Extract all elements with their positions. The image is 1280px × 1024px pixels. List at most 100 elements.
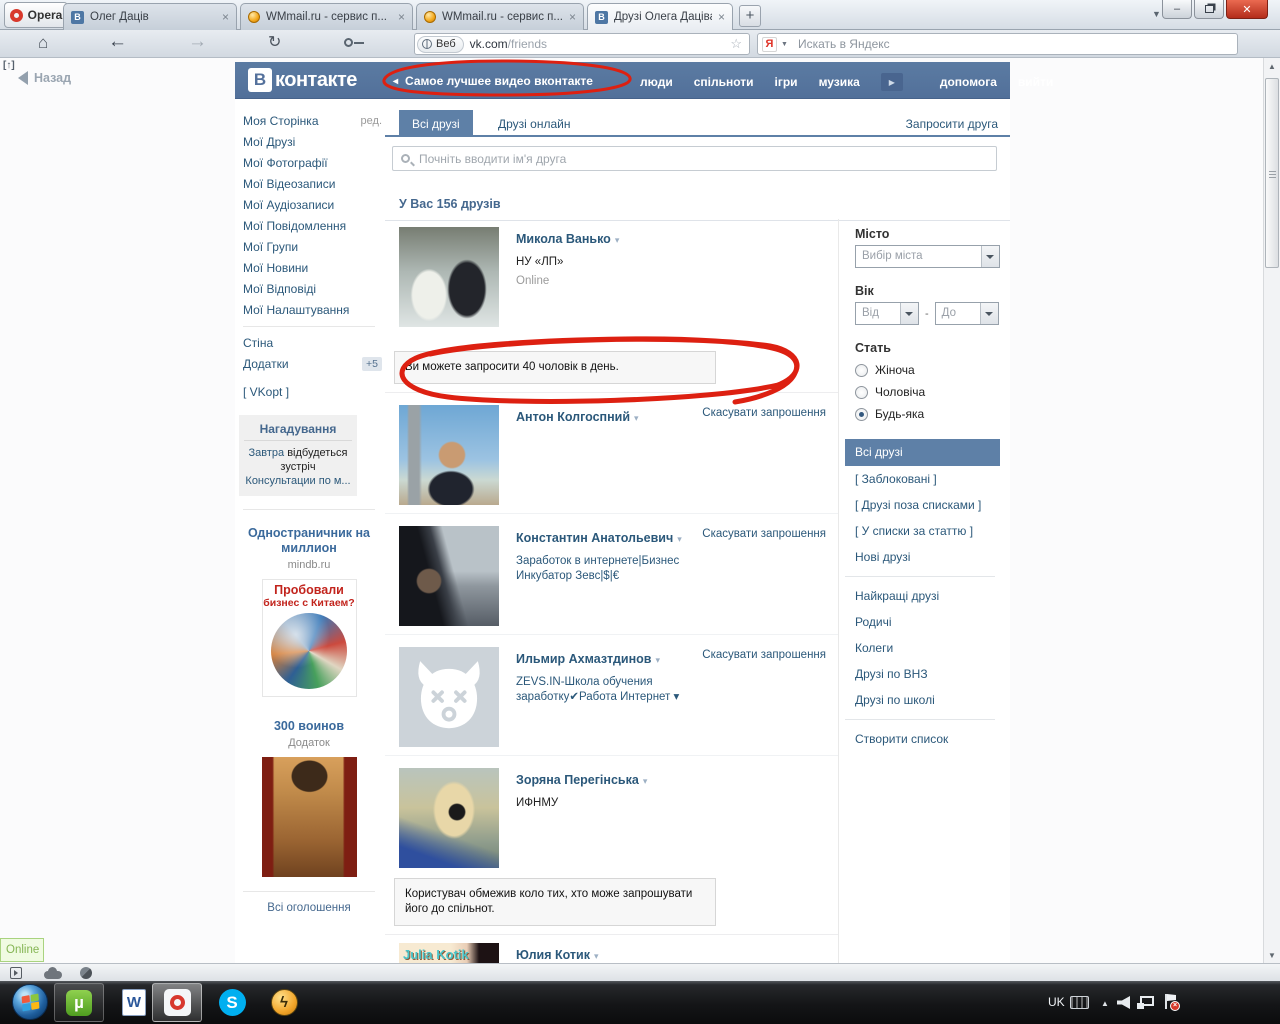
list-university-friends[interactable]: Друзі по ВНЗ	[845, 661, 1000, 687]
friend-avatar-placeholder[interactable]	[399, 647, 499, 747]
nav-music[interactable]: музика	[819, 75, 860, 89]
list-outside-lists[interactable]: [ Друзі поза списками ]	[845, 492, 1000, 518]
yandex-icon[interactable]: Я	[762, 36, 777, 52]
list-blocked[interactable]: [ Заблоковані ]	[845, 466, 1000, 492]
menu-my-friends[interactable]: Мої Друзі	[243, 131, 382, 152]
age-to-select[interactable]: До	[934, 302, 999, 325]
ad-title[interactable]: Одностраничник на миллион	[243, 526, 375, 556]
menu-my-page[interactable]: Моя Сторінка ред.	[243, 110, 382, 131]
browser-tab-2[interactable]: WMmail.ru - сервис п... ×	[240, 3, 413, 30]
friend-name-link[interactable]: Ильмир Ахмазтдинов	[516, 652, 651, 666]
taskbar-daemon-button[interactable]: ϟ	[262, 983, 306, 1022]
cancel-invite-link[interactable]: Скасувати запрошення	[702, 649, 826, 661]
list-by-gender[interactable]: [ У списки за статтю ]	[845, 518, 1000, 544]
friend-avatar[interactable]: Julia Kotik	[399, 943, 499, 963]
dropdown-icon[interactable]: ▾	[594, 951, 599, 961]
menu-vkopt[interactable]: [ VKopt ]	[243, 381, 382, 402]
dropdown-icon[interactable]: ▾	[655, 655, 660, 665]
promo-left-arrow-icon[interactable]: ◂	[393, 76, 398, 87]
friend-name-link[interactable]: Микола Ванько	[516, 232, 611, 246]
header-promo-banner[interactable]: ◂ Самое лучшее видео вконтакте	[393, 74, 593, 88]
network-icon[interactable]	[1137, 996, 1154, 1009]
search-engine-chevron-icon[interactable]: ▼	[781, 41, 788, 48]
menu-my-audio[interactable]: Мої Аудіозаписи	[243, 194, 382, 215]
tab-all-friends[interactable]: Всі друзі	[399, 110, 473, 137]
browser-tab-4-active[interactable]: В Друзі Олега Даціва | 1... ×	[587, 3, 733, 30]
menu-my-news[interactable]: Мої Новини	[243, 257, 382, 278]
nav-people[interactable]: люди	[640, 75, 673, 89]
scroll-up-icon[interactable]: ▲	[1264, 58, 1280, 74]
ad-image[interactable]: Пробовали бизнес с Китаем?	[261, 579, 357, 697]
gender-radio-1[interactable]	[855, 385, 868, 399]
ad-block-1[interactable]: Одностраничник на миллион mindb.ru Пробо…	[243, 526, 375, 697]
taskbar-utorrent-button[interactable]: µ	[54, 983, 104, 1022]
promo-text[interactable]: Самое лучшее видео вконтакте	[405, 74, 593, 88]
browser-tab-3[interactable]: WMmail.ru - сервис п... ×	[416, 3, 584, 30]
dropdown-icon[interactable]: ▾	[677, 534, 682, 544]
menu-apps[interactable]: Додатки +5	[243, 353, 382, 374]
dropdown-icon[interactable]: ▾	[643, 776, 648, 786]
friend-name-link[interactable]: Зоряна Перегінська	[516, 773, 639, 787]
language-indicator[interactable]: UK	[1048, 995, 1065, 1009]
friend-name-link[interactable]: Антон Колгоспний	[516, 410, 630, 424]
opera-turbo-icon[interactable]	[80, 967, 92, 979]
all-ads-link[interactable]: Всі оголошення	[267, 902, 350, 914]
dropdown-icon[interactable]: ▾	[634, 413, 639, 423]
list-new-friends[interactable]: Нові друзі	[845, 544, 1000, 570]
vertical-scrollbar[interactable]: ▲ ▼	[1263, 58, 1280, 963]
nav-communities[interactable]: спільноти	[694, 75, 754, 89]
gender-option-any[interactable]: Будь-яка	[855, 403, 1000, 425]
menu-my-replies[interactable]: Мої Відповіді	[243, 278, 382, 299]
friend-avatar[interactable]	[399, 227, 499, 327]
forward-icon[interactable]: →	[188, 31, 207, 53]
start-button[interactable]	[12, 984, 48, 1020]
friend-search-field[interactable]	[392, 146, 997, 171]
vk-logo[interactable]: В контакте	[248, 68, 357, 92]
scroll-top-anchor[interactable]: [↑]	[3, 60, 15, 71]
bookmark-star-icon[interactable]: ☆	[730, 36, 742, 52]
gender-radio-0[interactable]	[855, 363, 868, 377]
page-back-link[interactable]: Назад	[18, 71, 71, 85]
url-text[interactable]: vk.com/friends	[470, 37, 547, 51]
reminder-date-link[interactable]: Завтра	[249, 447, 285, 459]
age-from-select[interactable]: Від	[855, 302, 919, 325]
friend-name-link[interactable]: Константин Анатольевич	[516, 531, 673, 545]
list-colleagues[interactable]: Колеги	[845, 635, 1000, 661]
taskbar-opera-button[interactable]	[152, 983, 202, 1022]
spartan-image[interactable]	[261, 757, 357, 877]
cancel-invite-link[interactable]: Скасувати запрошення	[702, 407, 826, 419]
friend-avatar[interactable]	[399, 526, 499, 626]
menu-my-videos[interactable]: Мої Відеозаписи	[243, 173, 382, 194]
menu-my-settings[interactable]: Мої Налаштування	[243, 299, 382, 320]
close-tab-icon[interactable]: ×	[398, 11, 405, 23]
refresh-icon[interactable]: ↻	[268, 32, 281, 52]
nav-logout[interactable]: вийти	[1018, 75, 1053, 89]
browser-tab-1[interactable]: В Олег Даців ×	[63, 3, 237, 30]
password-key-icon[interactable]	[344, 38, 364, 47]
search-box[interactable]: Я ▼	[757, 33, 1238, 55]
hidden-icons-arrow[interactable]: ▲	[1101, 999, 1109, 1008]
gender-option-male[interactable]: Чоловіча	[855, 381, 1000, 403]
scrollbar-thumb[interactable]	[1265, 78, 1279, 268]
dropdown-icon[interactable]: ▾	[615, 235, 620, 245]
gender-option-female[interactable]: Жіноча	[855, 359, 1000, 381]
reminder-link[interactable]: Консультации по м...	[245, 475, 350, 487]
opera-link-cloud-icon[interactable]	[44, 967, 62, 979]
close-tab-icon[interactable]: ×	[718, 11, 725, 23]
list-relatives[interactable]: Родичі	[845, 609, 1000, 635]
taskbar-skype-button[interactable]: S	[210, 983, 254, 1022]
volume-icon[interactable]	[1117, 996, 1130, 1009]
list-all-friends-selected[interactable]: Всі друзі	[845, 439, 1000, 466]
close-tab-icon[interactable]: ×	[569, 11, 576, 23]
menu-my-messages[interactable]: Мої Повідомлення	[243, 215, 382, 236]
friend-avatar[interactable]	[399, 405, 499, 505]
web-badge[interactable]: Веб	[417, 35, 464, 53]
home-icon[interactable]: ⌂	[38, 33, 48, 53]
friend-avatar[interactable]	[399, 768, 499, 868]
keyboard-layout-icon[interactable]	[1070, 996, 1089, 1009]
city-select[interactable]: Вибір міста	[855, 245, 1000, 268]
scroll-down-icon[interactable]: ▼	[1264, 947, 1280, 963]
restore-button[interactable]	[1194, 0, 1224, 19]
back-icon[interactable]: ←	[108, 31, 127, 53]
cancel-invite-link[interactable]: Скасувати запрошення	[702, 528, 826, 540]
